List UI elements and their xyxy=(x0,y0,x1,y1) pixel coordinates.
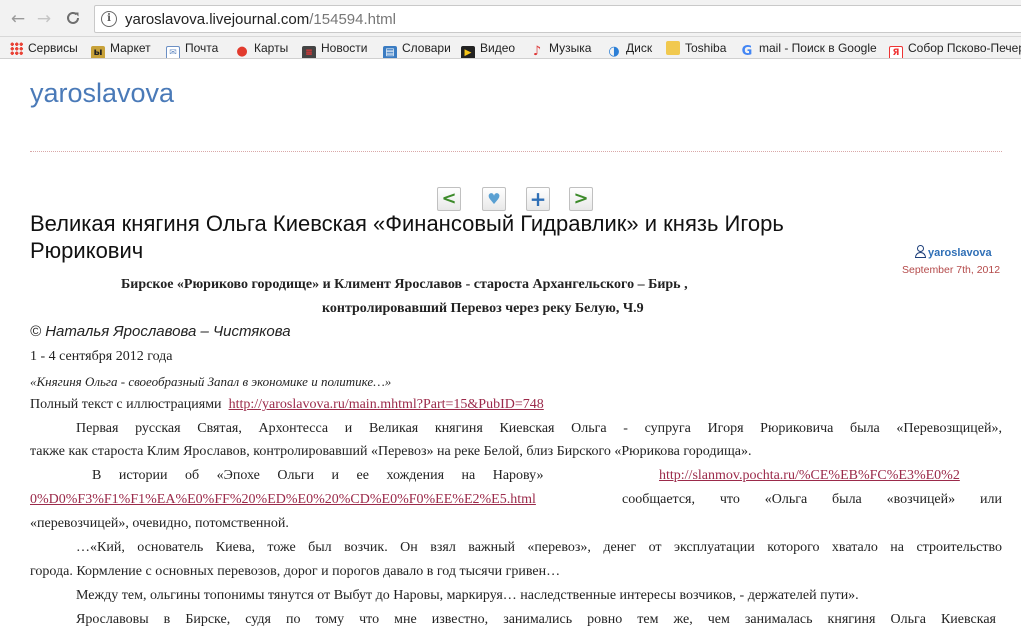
folder-icon xyxy=(666,41,680,55)
heart-icon: ♥ xyxy=(487,190,501,208)
track-entry-button[interactable]: + xyxy=(526,187,550,211)
add-to-memories-button[interactable]: ♥ xyxy=(482,187,506,211)
url-text[interactable]: yaroslavova.livejournal.com/154594.html xyxy=(125,11,396,28)
mail-icon: ✉ xyxy=(166,46,180,58)
yandex-icon: Я xyxy=(889,46,903,58)
quote-line: «Княгиня Ольга - своеобразный Запал в эк… xyxy=(30,374,392,389)
paragraph-5-line-1: Ярославовы в Бирске, судя по тому что мн… xyxy=(76,612,996,627)
bookmark-google-search[interactable]: Gmail - Поиск в Google xyxy=(740,40,877,59)
fulltext-link[interactable]: http://yaroslavova.ru/main.mhtml?Part=15… xyxy=(229,397,544,412)
paragraph-2-line-3: «перевозчицей», очевидно, потомственной. xyxy=(30,516,289,531)
subtitle-line-2: контролировавший Перевоз через реку Белу… xyxy=(322,301,644,316)
author-name[interactable]: yaroslavova xyxy=(928,247,992,259)
bookmark-video[interactable]: ▶ Видео xyxy=(461,40,515,58)
dictionary-icon: ▤ xyxy=(383,46,397,58)
user-icon xyxy=(914,245,927,258)
entry-date: September 7th, 2012 xyxy=(902,264,1001,276)
fulltext-line: Полный текст с иллюстрациями http://yaro… xyxy=(30,397,544,413)
google-icon: G xyxy=(741,44,753,59)
bookmark-maps[interactable]: ● Карты xyxy=(235,40,288,59)
entry-title: Великая княгиня Ольга Киевская «Финансов… xyxy=(30,211,784,263)
maps-pin-icon: ● xyxy=(236,44,248,59)
chevron-right-icon: > xyxy=(573,188,589,209)
music-icon: ♪ xyxy=(532,44,542,59)
bookmark-dictionaries[interactable]: ▤ Словари xyxy=(383,40,451,58)
paragraph-2-start: В истории об «Эпохе Ольги и ее хождения … xyxy=(92,468,544,483)
paragraph-2-after-link: сообщается, что «Ольга была «возчицей» и… xyxy=(622,492,1002,507)
entry-author[interactable]: yaroslavova xyxy=(914,245,992,259)
next-entry-button[interactable]: > xyxy=(569,187,593,211)
reload-button[interactable] xyxy=(63,9,83,29)
paragraph-1-line-2: также как староста Клим Ярославов, контр… xyxy=(30,444,752,459)
bookmark-news[interactable]: ≡ Новости xyxy=(302,40,367,58)
news-icon: ≡ xyxy=(302,46,316,58)
paragraph-3-line-2: города. Кормление с основных перевозов, … xyxy=(30,564,561,579)
previous-entry-button[interactable]: < xyxy=(437,187,461,211)
paragraph-3-line-1: …«Кий, основатель Киева, тоже был возчик… xyxy=(76,540,1002,555)
forward-button[interactable]: → xyxy=(34,9,54,29)
plus-icon: + xyxy=(529,187,547,211)
bookmark-market[interactable]: ы Маркет xyxy=(91,40,151,58)
market-icon: ы xyxy=(91,46,105,58)
bookmark-cathedral[interactable]: Я Собор Псково-Печер xyxy=(889,40,1021,58)
bookmark-toshiba[interactable]: Toshiba xyxy=(666,40,726,57)
chevron-left-icon: < xyxy=(441,188,457,209)
apps-grid-icon xyxy=(10,42,23,55)
disk-icon: ◑ xyxy=(608,44,620,59)
paragraph-2-line-1: В истории об «Эпохе Ольги и ее хождения … xyxy=(92,468,544,484)
bookmark-music[interactable]: ♪ Музыка xyxy=(530,40,592,59)
info-icon[interactable]: i xyxy=(101,11,117,27)
bookmark-mail[interactable]: ✉ Почта xyxy=(166,40,218,58)
browser-toolbar: ← → i yaroslavova.livejournal.com/154594… xyxy=(0,0,1021,37)
fulltext-label: Полный текст с иллюстрациями xyxy=(30,397,222,412)
video-icon: ▶ xyxy=(461,46,475,58)
paragraph-2-link-part-2[interactable]: 0%D0%F3%F1%F1%EA%E0%FF%20%ED%E0%20%CD%E0… xyxy=(30,492,536,508)
dates-line: 1 - 4 сентября 2012 года xyxy=(30,349,173,364)
back-button[interactable]: ← xyxy=(8,9,28,29)
header-divider xyxy=(30,151,1002,152)
subtitle-line-1: Бирское «Рюриково городище» и Климент Яр… xyxy=(121,277,688,292)
bookmark-services[interactable]: Сервисы xyxy=(10,40,78,57)
bookmark-disk[interactable]: ◑ Диск xyxy=(607,40,652,59)
copyright-line: © Наталья Ярославова – Чистякова xyxy=(30,323,291,340)
reload-icon xyxy=(67,11,79,24)
paragraph-4-line-1: Между тем, ольгины топонимы тянутся от В… xyxy=(76,588,859,603)
bookmarks-bar: Сервисы ы Маркет ✉ Почта ● Карты ≡ Новости ▤… xyxy=(0,37,1021,59)
address-bar[interactable]: i yaroslavova.livejournal.com/154594.htm… xyxy=(94,5,1021,33)
paragraph-2-link-part-1[interactable]: http://slanmov.pochta.ru/%CE%EB%FC%E3%E0… xyxy=(659,468,960,484)
paragraph-1-line-1: Первая русская Святая, Архонтесса и Вели… xyxy=(76,421,1002,436)
blog-title[interactable]: yaroslavova xyxy=(30,78,174,109)
